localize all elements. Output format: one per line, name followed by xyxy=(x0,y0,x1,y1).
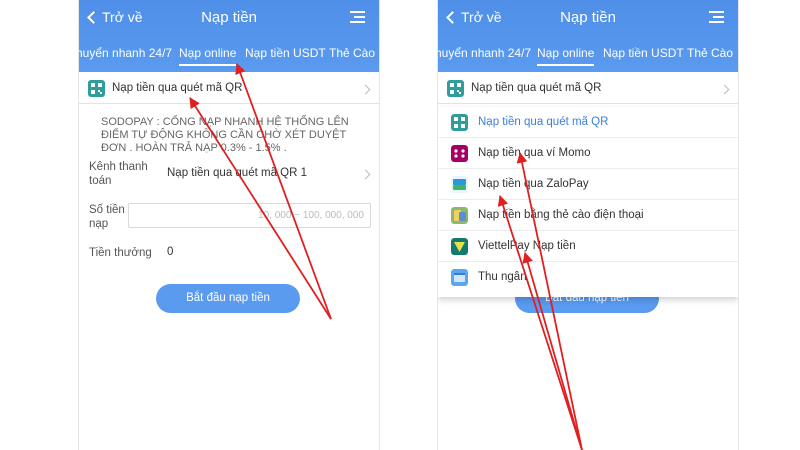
right-phone-screen: Trở về Nạp tiền huyển nhanh 24/7 Nạp onl… xyxy=(437,0,739,450)
amount-label: Số tiền nạp xyxy=(89,204,125,230)
tab-online[interactable]: Nạp online xyxy=(537,46,595,66)
momo-icon xyxy=(451,145,468,162)
left-phone-screen: Trở về Nạp tiền huyển nhanh 24/7 Nạp onl… xyxy=(78,0,380,450)
tab-usdt[interactable]: Nạp tiền USDT xyxy=(245,46,326,60)
phone-card-icon xyxy=(451,207,468,224)
dropdown-item-label: Nạp tiền qua quét mã QR xyxy=(478,116,609,128)
dropdown-item-label: ViettelPay Nạp tiền xyxy=(478,240,576,252)
dropdown-item-viettelpay[interactable]: ViettelPay Nạp tiền xyxy=(438,231,738,262)
chevron-right-icon xyxy=(360,84,371,95)
chevron-right-icon xyxy=(719,84,730,95)
dropdown-item-qr[interactable]: Nạp tiền qua quét mã QR xyxy=(438,107,738,138)
dropdown-item-cashier[interactable]: Thu ngân xyxy=(438,262,738,293)
dropdown-item-zalopay[interactable]: Nạp tiền qua ZaloPay xyxy=(438,169,738,200)
notice-text: SODOPAY : CỔNG NẠP NHANH HỆ THỐNG LÊN ĐI… xyxy=(101,116,349,154)
channel-label: Kênh thanh toán xyxy=(89,161,148,187)
dropdown-item-label: Thu ngân xyxy=(478,271,527,283)
start-deposit-button[interactable]: Bắt đầu nạp tiền xyxy=(156,284,300,313)
channel-value[interactable]: Nạp tiền qua quét mã QR 1 xyxy=(167,167,307,179)
screenshot-stage: Trở về Nạp tiền huyển nhanh 24/7 Nạp onl… xyxy=(0,0,800,450)
page-title: Nạp tiền xyxy=(560,9,616,26)
qr-icon xyxy=(88,80,105,97)
chevron-right-icon xyxy=(360,169,371,180)
dropdown-item-label: Nạp tiền bằng thẻ cào điện thoại xyxy=(478,209,644,221)
tab-bar: huyển nhanh 24/7 Nạp online Nạp tiền USD… xyxy=(79,40,379,70)
dropdown-item-label: Nạp tiền qua ZaloPay xyxy=(478,178,589,190)
viettelpay-icon xyxy=(451,238,468,255)
dropdown-item-label: Nạp tiền qua ví Momo xyxy=(478,147,591,159)
menu-icon[interactable] xyxy=(350,11,365,23)
method-dropdown: Nạp tiền qua quét mã QR Nạp tiền qua ví … xyxy=(438,107,738,297)
zalopay-icon xyxy=(451,176,468,193)
method-select[interactable]: Nạp tiền qua quét mã QR xyxy=(438,76,738,104)
header-bar: Trở về Nạp tiền huyển nhanh 24/7 Nạp onl… xyxy=(79,0,379,72)
tab-card[interactable]: Thẻ Cào xyxy=(329,46,375,60)
tab-online[interactable]: Nạp online xyxy=(179,46,237,66)
page-title: Nạp tiền xyxy=(201,9,257,26)
tab-fast-transfer[interactable]: huyển nhanh 24/7 xyxy=(79,46,172,60)
bonus-value: 0 xyxy=(167,246,174,258)
qr-icon xyxy=(451,114,468,131)
method-label: Nạp tiền qua quét mã QR xyxy=(112,82,243,94)
bonus-label: Tiền thưởng xyxy=(89,247,152,259)
method-label: Nạp tiền qua quét mã QR xyxy=(471,82,602,94)
cashier-icon xyxy=(451,269,468,286)
tab-card[interactable]: Thẻ Cào xyxy=(687,46,733,60)
tab-bar: huyển nhanh 24/7 Nạp online Nạp tiền USD… xyxy=(438,40,738,70)
tab-usdt[interactable]: Nạp tiền USDT xyxy=(603,46,684,60)
method-select[interactable]: Nạp tiền qua quét mã QR xyxy=(79,76,379,104)
menu-icon[interactable] xyxy=(709,11,724,23)
tab-fast-transfer[interactable]: huyển nhanh 24/7 xyxy=(438,46,531,60)
dropdown-item-phone-card[interactable]: Nạp tiền bằng thẻ cào điện thoại xyxy=(438,200,738,231)
qr-icon xyxy=(447,80,464,97)
amount-input[interactable]: 10, 000 ~ 100, 000, 000 xyxy=(128,203,371,228)
header-bar: Trở về Nạp tiền huyển nhanh 24/7 Nạp onl… xyxy=(438,0,738,72)
dropdown-item-momo[interactable]: Nạp tiền qua ví Momo xyxy=(438,138,738,169)
